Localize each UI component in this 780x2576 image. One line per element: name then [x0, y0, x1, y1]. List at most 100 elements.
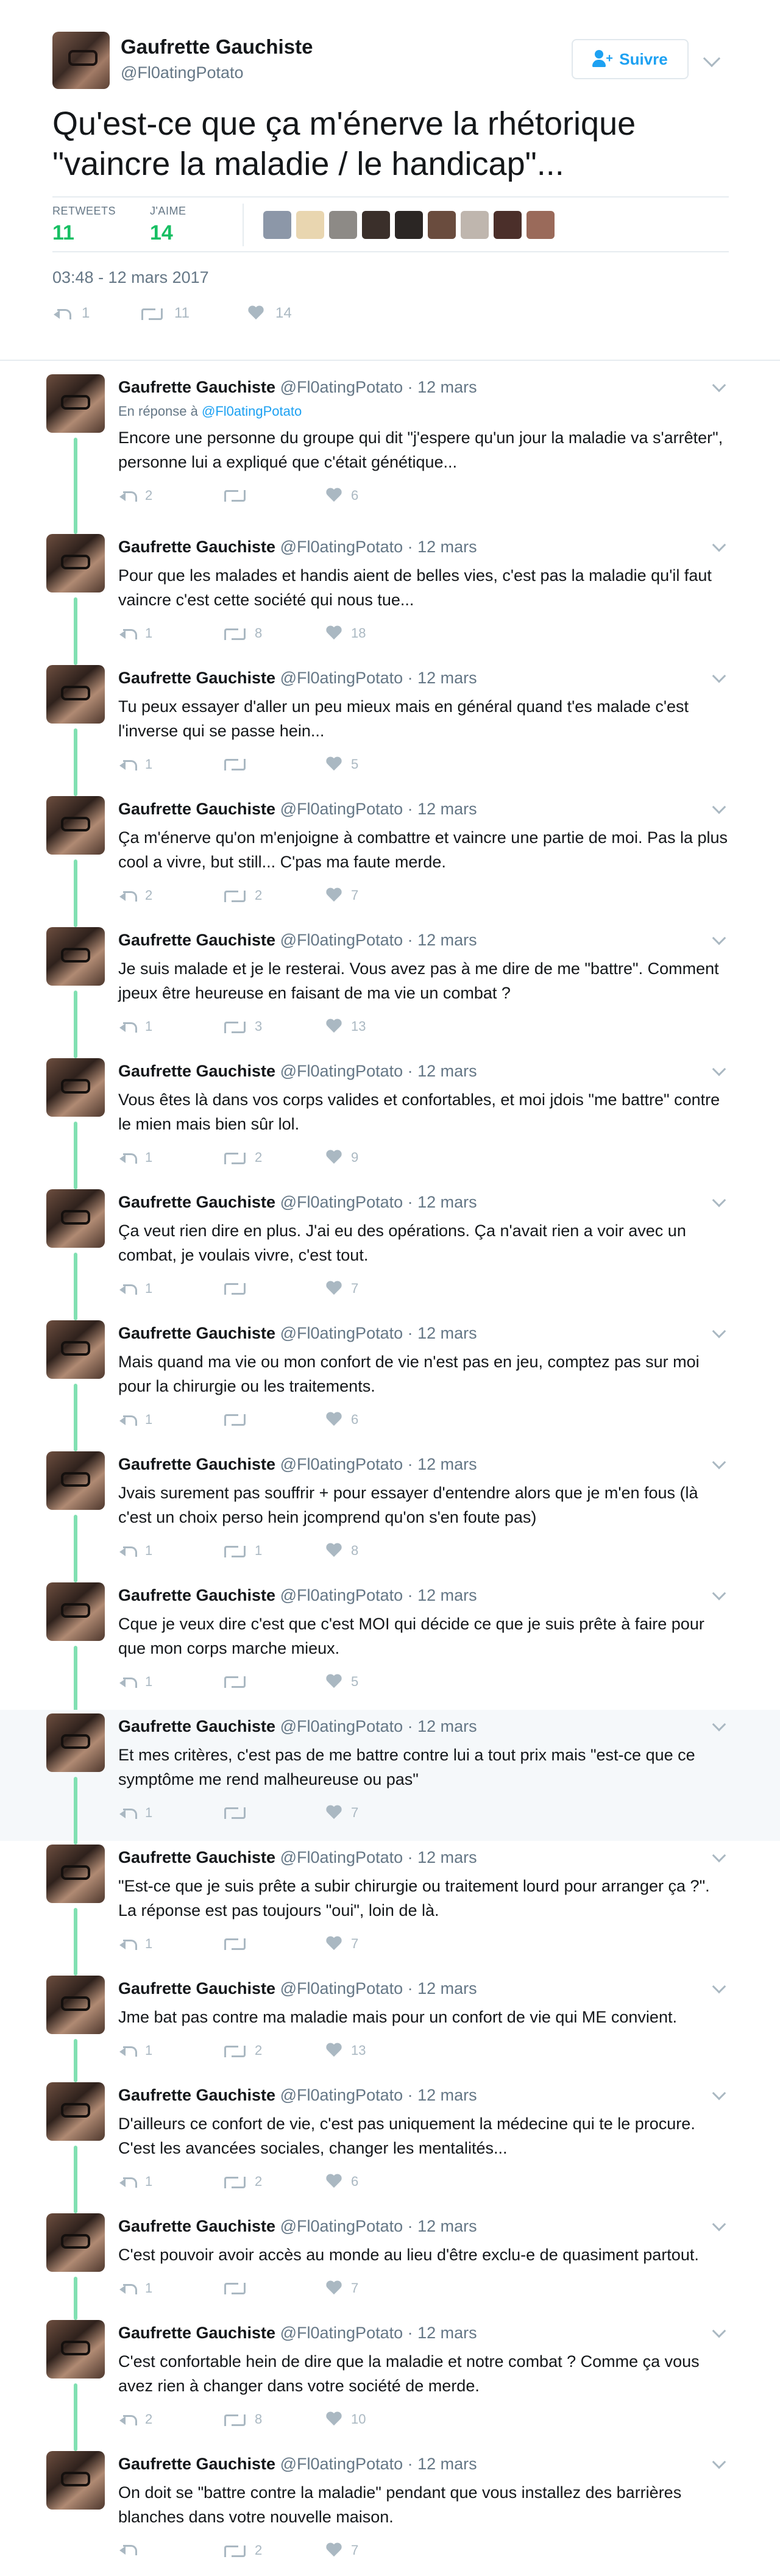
reply-button[interactable]: 1	[118, 1936, 152, 1952]
liker-avatar[interactable]	[362, 211, 390, 239]
retweet-button[interactable]	[222, 1281, 255, 1295]
avatar[interactable]	[46, 1713, 105, 1772]
reply-button[interactable]: 1	[118, 1543, 152, 1559]
retweet-button[interactable]: 2	[222, 2542, 262, 2558]
like-button[interactable]: 10	[325, 2411, 366, 2427]
chevron-down-icon[interactable]	[712, 2324, 726, 2338]
reply-date[interactable]: · 12 mars	[408, 1062, 477, 1080]
author-name[interactable]: Gaufrette Gauchiste	[118, 378, 275, 396]
reply-button[interactable]: 1	[118, 1281, 152, 1297]
like-button[interactable]: 7	[325, 2542, 358, 2558]
chevron-down-icon[interactable]	[712, 1717, 726, 1732]
liker-avatar[interactable]	[461, 211, 489, 239]
retweet-button[interactable]: 2	[222, 1150, 262, 1165]
reply-button[interactable]: 1	[118, 625, 152, 641]
reply-date[interactable]: · 12 mars	[408, 538, 477, 556]
chevron-down-icon[interactable]	[712, 1979, 726, 1994]
like-button[interactable]: 7	[325, 1805, 358, 1821]
author-name[interactable]: Gaufrette Gauchiste	[118, 1586, 275, 1604]
retweet-button[interactable]	[222, 756, 255, 771]
reply-button[interactable]: 1	[118, 756, 152, 772]
reply-button[interactable]	[118, 2542, 145, 2556]
like-button[interactable]: 5	[325, 756, 358, 772]
liker-avatar[interactable]	[263, 211, 291, 239]
reply-tweet[interactable]: Gaufrette Gauchiste @Fl0atingPotato · 12…	[0, 371, 780, 534]
liker-avatar[interactable]	[296, 211, 324, 239]
timestamp[interactable]: 03:48 - 12 mars 2017	[52, 268, 209, 287]
chevron-down-icon[interactable]	[712, 1586, 726, 1601]
reply-date[interactable]: · 12 mars	[408, 1848, 477, 1866]
author-handle[interactable]: @Fl0atingPotato	[280, 378, 403, 396]
like-button[interactable]: 9	[325, 1150, 358, 1165]
like-button[interactable]: 6	[325, 1412, 358, 1428]
avatar[interactable]	[46, 1976, 105, 2034]
chevron-down-icon[interactable]	[712, 1324, 726, 1339]
reply-date[interactable]: · 12 mars	[408, 1979, 477, 1998]
chevron-down-icon[interactable]	[703, 49, 721, 68]
like-button[interactable]: 7	[325, 1281, 358, 1297]
reply-tweet[interactable]: Gaufrette Gauchiste @Fl0atingPotato · 12…	[0, 2447, 780, 2576]
like-button[interactable]: 14	[247, 305, 292, 322]
author-name[interactable]: Gaufrette Gauchiste	[118, 1324, 275, 1342]
retweet-button[interactable]: 2	[222, 2174, 262, 2190]
avatar[interactable]	[46, 665, 105, 724]
avatar[interactable]	[46, 1058, 105, 1117]
chevron-down-icon[interactable]	[712, 1848, 726, 1863]
reply-date[interactable]: · 12 mars	[408, 800, 477, 818]
reply-button[interactable]: 2	[118, 2411, 152, 2427]
author-name[interactable]: Gaufrette Gauchiste	[118, 2086, 275, 2104]
author-handle[interactable]: @Fl0atingPotato	[280, 800, 403, 818]
retweet-button[interactable]: 11	[139, 305, 190, 322]
reply-date[interactable]: · 12 mars	[408, 2455, 477, 2473]
avatar[interactable]	[46, 2213, 105, 2272]
liker-avatar[interactable]	[428, 211, 456, 239]
author-name[interactable]: Gaufrette Gauchiste	[118, 1193, 275, 1211]
reply-button[interactable]: 1	[118, 1674, 152, 1690]
author-name[interactable]: Gaufrette Gauchiste	[118, 1979, 275, 1998]
in-reply-link[interactable]: @Fl0atingPotato	[202, 404, 302, 419]
author-name[interactable]: Gaufrette Gauchiste	[118, 931, 275, 949]
chevron-down-icon[interactable]	[712, 538, 726, 552]
retweet-button[interactable]	[222, 1805, 255, 1820]
retweet-button[interactable]	[222, 488, 255, 502]
reply-tweet[interactable]: Gaufrette Gauchiste @Fl0atingPotato · 12…	[0, 1579, 780, 1713]
author-handle[interactable]: @Fl0atingPotato	[280, 2217, 403, 2235]
author-name[interactable]: Gaufrette Gauchiste	[121, 35, 313, 59]
chevron-down-icon[interactable]	[712, 2455, 726, 2469]
retweet-button[interactable]	[222, 1674, 255, 1688]
retweet-button[interactable]: 2	[222, 888, 262, 903]
reply-button[interactable]: 1	[118, 1019, 152, 1034]
author-handle[interactable]: @Fl0atingPotato	[280, 931, 403, 949]
author-name[interactable]: Gaufrette Gauchiste	[118, 800, 275, 818]
reply-button[interactable]: 1	[52, 305, 90, 322]
reply-tweet[interactable]: Gaufrette Gauchiste @Fl0atingPotato · 12…	[0, 1317, 780, 1451]
avatar[interactable]	[46, 1845, 105, 1903]
reply-button[interactable]: 1	[118, 1412, 152, 1428]
reply-tweet[interactable]: Gaufrette Gauchiste @Fl0atingPotato · 12…	[0, 1055, 780, 1189]
author-handle[interactable]: @Fl0atingPotato	[280, 1979, 403, 1998]
reply-button[interactable]: 1	[118, 1150, 152, 1165]
avatar[interactable]	[46, 374, 105, 433]
chevron-down-icon[interactable]	[712, 931, 726, 945]
chevron-down-icon[interactable]	[712, 1062, 726, 1076]
chevron-down-icon[interactable]	[712, 2217, 726, 2232]
reply-tweet[interactable]: Gaufrette Gauchiste @Fl0atingPotato · 12…	[0, 2079, 780, 2213]
like-button[interactable]: 6	[325, 488, 358, 503]
reply-date[interactable]: · 12 mars	[408, 1455, 477, 1473]
retweet-button[interactable]	[222, 2280, 255, 2295]
avatar[interactable]	[46, 2320, 105, 2379]
reply-button[interactable]: 2	[118, 488, 152, 503]
chevron-down-icon[interactable]	[712, 1455, 726, 1470]
author-handle[interactable]: @Fl0atingPotato	[280, 1062, 403, 1080]
avatar[interactable]	[46, 1320, 105, 1379]
chevron-down-icon[interactable]	[712, 800, 726, 814]
author-handle[interactable]: @Fl0atingPotato	[280, 538, 403, 556]
author-handle[interactable]: @Fl0atingPotato	[280, 1717, 403, 1735]
author-name[interactable]: Gaufrette Gauchiste	[118, 1848, 275, 1866]
like-button[interactable]: 5	[325, 1674, 358, 1690]
liker-avatar[interactable]	[329, 211, 357, 239]
author-handle[interactable]: @Fl0atingPotato	[280, 2324, 403, 2342]
reply-tweet[interactable]: Gaufrette Gauchiste @Fl0atingPotato · 12…	[0, 1448, 780, 1582]
author-handle[interactable]: @Fl0atingPotato	[280, 669, 403, 687]
reply-date[interactable]: · 12 mars	[408, 2086, 477, 2104]
